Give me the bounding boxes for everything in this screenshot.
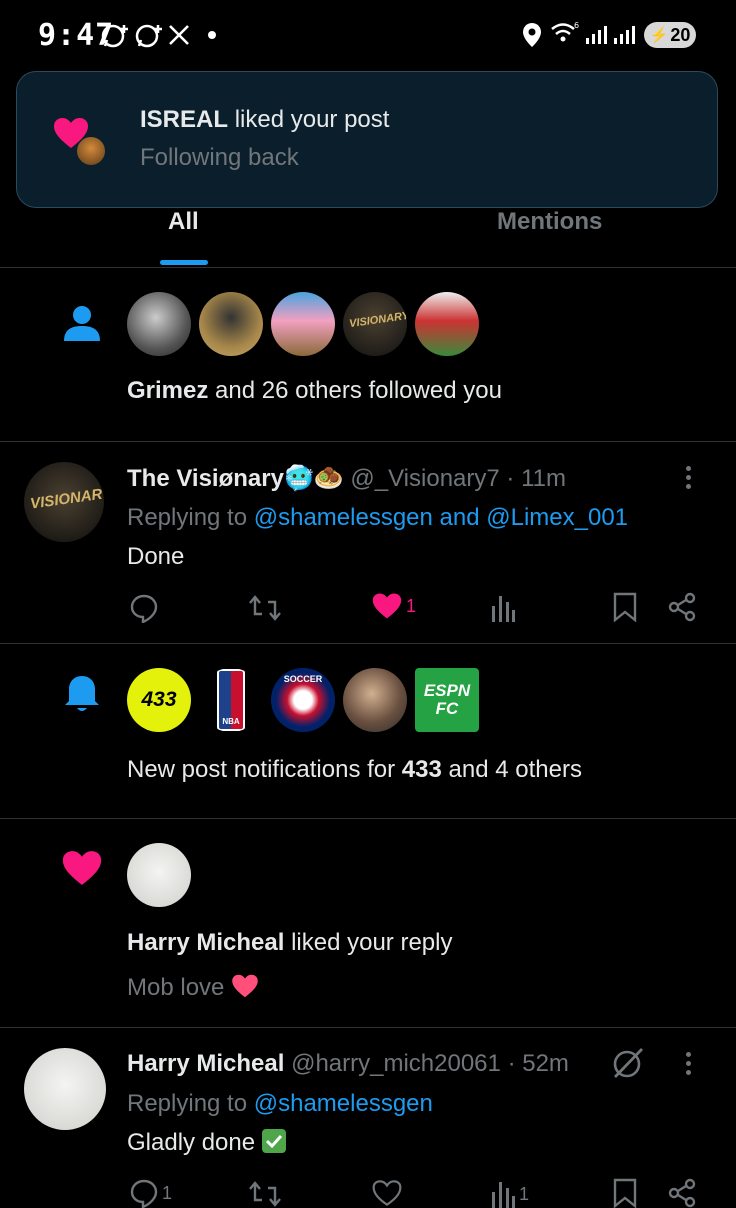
emoji: 🥶🧆 xyxy=(283,465,344,492)
author-name[interactable]: The Visiønary xyxy=(127,465,284,492)
heart-outline-icon[interactable] xyxy=(372,1179,402,1207)
bookmark-icon[interactable] xyxy=(612,1178,638,1208)
follow-notification[interactable]: VISIONARY Grimez and 26 others followed … xyxy=(0,267,736,442)
check-mark-icon xyxy=(261,1129,286,1153)
avatar[interactable] xyxy=(127,843,191,907)
author-handle: @harry_mich20061 xyxy=(291,1050,501,1077)
tab-all[interactable]: All xyxy=(168,208,199,236)
avatar[interactable]: VISIONARY xyxy=(24,462,104,542)
heart-icon xyxy=(62,851,102,885)
signal-icon-1 xyxy=(586,26,607,44)
status-bar: 9:47 6 ⚡ 20 xyxy=(0,0,736,70)
share-icon[interactable] xyxy=(667,1178,697,1208)
battery-indicator: ⚡ 20 xyxy=(644,22,696,48)
avatar[interactable]: NBA xyxy=(199,668,263,732)
tweet-time: · 52m xyxy=(507,1050,569,1077)
author-handle: @_Visionary7 xyxy=(350,465,500,492)
replying-to: Replying to @shamelessgen xyxy=(127,1090,433,1117)
reply-icon xyxy=(130,1179,158,1208)
more-options-icon[interactable] xyxy=(686,466,692,489)
avatar xyxy=(76,136,106,166)
grok-icon[interactable] xyxy=(610,1045,646,1081)
avatar[interactable] xyxy=(24,1048,106,1130)
like-notification-text: Harry Micheal liked your reply xyxy=(127,929,453,956)
tweet-visionary[interactable]: VISIONARY The Visiønary🥶🧆 @_Visionary7 ·… xyxy=(0,442,736,644)
post-notification-text: New post notifications for 433 and 4 oth… xyxy=(127,756,582,783)
like-notification[interactable]: Harry Micheal liked your reply Mob love xyxy=(0,819,736,1028)
replying-to: Replying to @shamelessgen and @Limex_001 xyxy=(127,504,629,531)
views-button[interactable]: 1 xyxy=(490,1180,529,1208)
avatar[interactable]: 433 xyxy=(127,668,191,732)
avatar[interactable]: VISIONARY xyxy=(343,292,407,356)
tweet-time: · 11m xyxy=(506,465,566,492)
tweet-text: Gladly done xyxy=(127,1129,286,1157)
tweet-harry[interactable]: Harry Micheal @harry_mich20061 · 52m Rep… xyxy=(0,1028,736,1208)
view-count: 1 xyxy=(519,1183,530,1204)
person-icon xyxy=(64,306,100,341)
share-icon[interactable] xyxy=(667,592,697,622)
toast-subtitle: Following back xyxy=(140,144,299,171)
like-button[interactable]: 1 xyxy=(372,592,416,620)
bookmark-icon[interactable] xyxy=(612,592,638,622)
tweet-text: Done xyxy=(127,543,185,570)
tab-mentions[interactable]: Mentions xyxy=(497,208,602,236)
toast-title: ISREAL liked your post xyxy=(140,106,390,133)
heart-emoji-icon xyxy=(232,974,258,998)
x-app-icon xyxy=(169,25,189,45)
post-notification[interactable]: 433 NBA SOCCER ESPN FC New post notifica… xyxy=(0,644,736,819)
liked-reply-quote: Mob love xyxy=(127,974,259,1002)
more-options-icon[interactable] xyxy=(686,1052,692,1075)
replying-to-link[interactable]: @shamelessgen xyxy=(254,1090,433,1117)
avatar[interactable] xyxy=(271,292,335,356)
bell-icon xyxy=(65,676,99,711)
avatar[interactable] xyxy=(415,292,479,356)
reply-count: 1 xyxy=(162,1182,173,1203)
tweet-header: Harry Micheal @harry_mich20061 · 52m xyxy=(127,1050,569,1078)
avatar[interactable] xyxy=(343,668,407,732)
heart-icon xyxy=(372,593,402,619)
svg-text:6: 6 xyxy=(574,21,579,30)
reply-icon[interactable] xyxy=(129,593,159,623)
avatar[interactable]: ESPN FC xyxy=(415,668,479,732)
whatsapp-icon xyxy=(101,24,128,48)
location-icon xyxy=(523,23,541,47)
like-toast[interactable]: ISREAL liked your post Following back xyxy=(16,71,718,208)
wifi-icon: 6 xyxy=(551,21,579,42)
views-icon xyxy=(492,1182,515,1208)
reply-button[interactable]: 1 xyxy=(129,1178,172,1208)
views-icon[interactable] xyxy=(490,594,516,622)
more-dot-icon xyxy=(208,31,216,39)
avatar[interactable] xyxy=(127,292,191,356)
retweet-icon[interactable] xyxy=(248,1180,282,1208)
whatsapp-business-icon xyxy=(135,24,162,48)
tweet-header: The Visiønary🥶🧆 @_Visionary7 · 11m xyxy=(127,464,566,493)
follow-text: Grimez and 26 others followed you xyxy=(127,377,502,404)
author-name[interactable]: Harry Micheal xyxy=(127,1050,284,1077)
retweet-icon[interactable] xyxy=(248,594,282,622)
active-tab-indicator xyxy=(160,260,208,265)
avatar[interactable] xyxy=(199,292,263,356)
notification-tabs: All Mentions xyxy=(0,200,736,268)
charging-icon: ⚡ xyxy=(649,27,669,44)
avatar[interactable]: SOCCER xyxy=(271,668,335,732)
like-count: 1 xyxy=(406,595,417,616)
replying-to-link[interactable]: @shamelessgen and @Limex_001 xyxy=(254,504,628,531)
signal-icon-2 xyxy=(614,26,635,44)
